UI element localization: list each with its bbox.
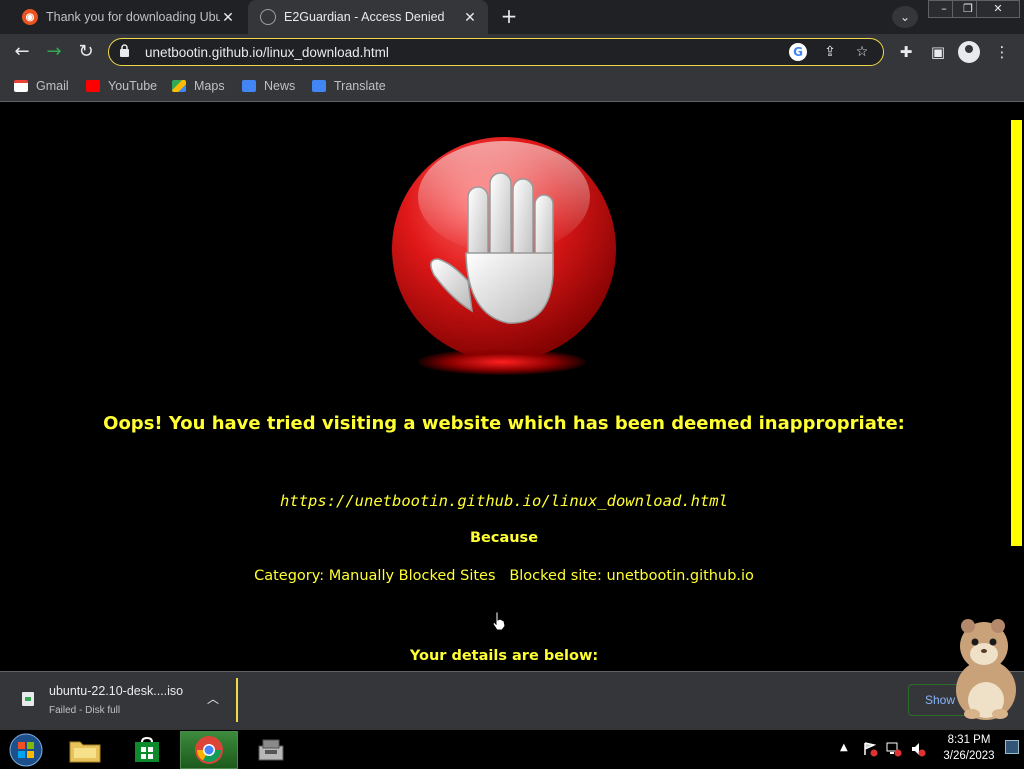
- close-tab-icon[interactable]: ✕: [462, 9, 478, 26]
- bookmark-label: YouTube: [108, 79, 158, 93]
- scrollbar-thumb[interactable]: [1011, 120, 1022, 546]
- bookmark-star-icon[interactable]: ☆: [851, 41, 873, 63]
- globe-icon: [260, 9, 276, 25]
- category-line: Category: Manually Blocked Sites Blocked…: [254, 568, 754, 584]
- address-bar[interactable]: unetbootin.github.io/linux_download.html…: [108, 38, 884, 66]
- because-label: Because: [469, 530, 539, 546]
- google-lens-icon[interactable]: G: [789, 43, 807, 61]
- show-hidden-icons[interactable]: ▲: [840, 742, 848, 753]
- usb-drive-icon: [258, 739, 284, 761]
- shadow-glow: [418, 349, 586, 375]
- stop-hand-icon: [392, 137, 616, 361]
- download-shelf: ubuntu-22.10-desk....iso Failed - Disk f…: [0, 671, 1024, 729]
- bookmark-label: Gmail: [36, 79, 69, 93]
- clock-date[interactable]: 3/26/2023: [940, 750, 998, 762]
- bookmarks-bar: Gmail YouTube Maps News Translate: [0, 70, 1024, 102]
- bookmark-gmail[interactable]: Gmail: [14, 76, 69, 96]
- gmail-icon: [14, 80, 28, 92]
- network-icon[interactable]: [886, 741, 902, 757]
- windows-taskbar: ▲ 8:31 PM 3/26/2023: [0, 729, 1024, 769]
- news-icon: [242, 80, 256, 92]
- start-button-icon[interactable]: [6, 732, 46, 768]
- maps-icon: [172, 80, 186, 92]
- clock-time[interactable]: 8:31 PM: [940, 734, 998, 746]
- bookmark-label: Translate: [334, 79, 386, 93]
- page-content: Oops! You have tried visiting a website …: [0, 103, 1008, 671]
- tab-search-button[interactable]: ⌄: [892, 6, 918, 28]
- taskbar-store[interactable]: [118, 731, 176, 769]
- bookmark-label: Maps: [194, 79, 225, 93]
- close-window-button[interactable]: ✕: [976, 0, 1020, 18]
- tab-ubuntu-download[interactable]: ◉ Thank you for downloading Ubun ✕: [10, 0, 246, 34]
- store-icon: [135, 736, 159, 762]
- close-tab-icon[interactable]: ✕: [220, 9, 236, 26]
- download-status: Failed - Disk full: [49, 705, 121, 716]
- share-icon[interactable]: ⇪: [819, 41, 841, 63]
- side-panel-icon[interactable]: ▣: [926, 40, 950, 64]
- ubuntu-icon: ◉: [22, 9, 38, 25]
- lock-icon[interactable]: [119, 44, 133, 60]
- block-headline: Oops! You have tried visiting a website …: [103, 413, 905, 434]
- reload-button[interactable]: ↻: [74, 40, 98, 64]
- tab-access-denied[interactable]: E2Guardian - Access Denied ✕: [248, 0, 488, 34]
- tab-title: Thank you for downloading Ubun: [46, 10, 220, 24]
- download-divider: [236, 678, 238, 722]
- profile-avatar-icon[interactable]: [958, 41, 980, 63]
- bookmark-news[interactable]: News: [242, 76, 295, 96]
- taskbar-chrome[interactable]: [180, 731, 238, 769]
- url-text[interactable]: unetbootin.github.io/linux_download.html: [145, 45, 789, 60]
- extensions-icon[interactable]: ✚: [894, 40, 918, 64]
- show-desktop-button[interactable]: [1005, 740, 1019, 754]
- bookmark-youtube[interactable]: YouTube: [86, 76, 157, 96]
- forward-button[interactable]: →: [42, 40, 66, 64]
- taskbar-drive-app[interactable]: [242, 731, 300, 769]
- taskbar-file-explorer[interactable]: [56, 731, 114, 769]
- back-button[interactable]: ←: [10, 40, 34, 64]
- volume-muted-icon[interactable]: [910, 741, 926, 757]
- hand-cursor-icon: [492, 611, 506, 631]
- folder-icon: [69, 741, 101, 763]
- blocked-url: https://unetbootin.github.io/linux_downl…: [280, 492, 728, 510]
- download-file-name[interactable]: ubuntu-22.10-desk....iso: [49, 684, 183, 698]
- new-tab-button[interactable]: +: [496, 5, 522, 29]
- action-center-flag-icon[interactable]: [862, 741, 878, 757]
- bookmark-label: News: [264, 79, 296, 93]
- tab-strip: ◉ Thank you for downloading Ubun ✕ E2Gua…: [0, 0, 1024, 34]
- bookmark-translate[interactable]: Translate: [312, 76, 386, 96]
- details-heading: Your details are below:: [409, 648, 599, 664]
- chrome-icon: [195, 736, 223, 764]
- file-icon: [22, 692, 34, 706]
- toolbar: ← → ↻ unetbootin.github.io/linux_downloa…: [0, 34, 1024, 70]
- tab-title: E2Guardian - Access Denied: [284, 10, 445, 24]
- chevron-up-icon[interactable]: ︿: [204, 690, 222, 708]
- menu-kebab-icon[interactable]: ⋮: [990, 40, 1014, 64]
- translate-icon: [312, 80, 326, 92]
- hamster-mascot-icon: [956, 619, 1016, 720]
- bookmark-maps[interactable]: Maps: [172, 76, 225, 96]
- youtube-icon: [86, 80, 100, 92]
